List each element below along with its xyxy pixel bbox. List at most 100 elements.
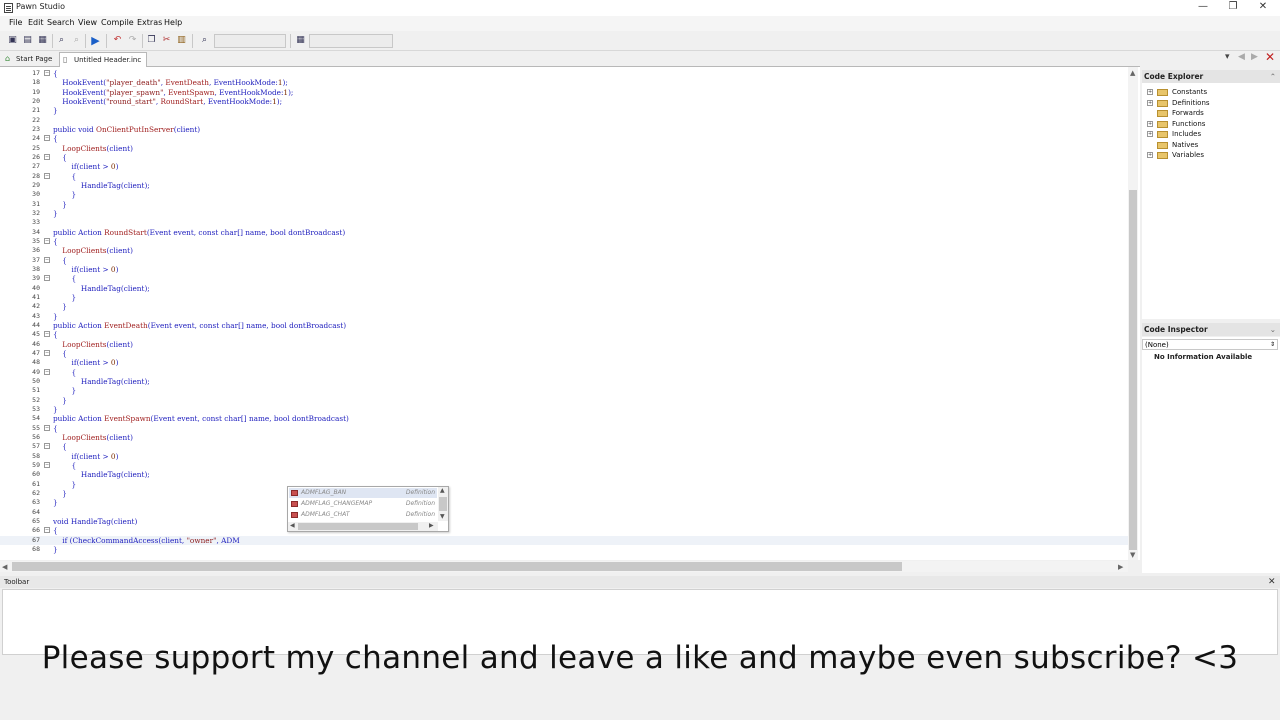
code-line[interactable]: 56 LoopClients(client) <box>0 433 1128 442</box>
minimize-button[interactable]: — <box>1188 0 1218 16</box>
code-line[interactable]: 49− { <box>0 368 1128 377</box>
code-line[interactable]: 60 HandleTag(client); <box>0 470 1128 479</box>
expand-icon[interactable]: + <box>1147 152 1153 158</box>
expand-icon[interactable]: + <box>1147 131 1153 137</box>
menu-view[interactable]: View <box>78 18 97 27</box>
cut-icon[interactable]: ✂ <box>160 34 173 47</box>
autocomplete-hthumb[interactable] <box>298 523 418 530</box>
code-line[interactable]: 25 LoopClients(client) <box>0 144 1128 153</box>
open-file-icon[interactable]: ▤ <box>21 34 34 47</box>
scroll-right-icon[interactable]: ▶ <box>429 522 434 529</box>
tab-list-icon[interactable]: ▾ <box>1225 52 1230 62</box>
autocomplete-vthumb[interactable] <box>439 497 447 511</box>
code-line[interactable]: 52 } <box>0 396 1128 405</box>
fold-toggle-icon[interactable]: − <box>44 275 50 282</box>
redo-icon[interactable]: ↷ <box>126 34 139 47</box>
scroll-down-icon[interactable]: ▼ <box>440 513 445 520</box>
scroll-right-icon[interactable]: ▶ <box>1118 563 1123 571</box>
code-line[interactable]: 24−{ <box>0 134 1128 143</box>
close-icon[interactable]: ✕ <box>1268 576 1276 588</box>
code-line[interactable]: 48 if(client > 0) <box>0 358 1128 367</box>
code-line[interactable]: 66−{ <box>0 526 1128 535</box>
search-icon[interactable]: ⌕ <box>198 34 211 47</box>
menu-compile[interactable]: Compile <box>101 18 134 27</box>
autocomplete-item[interactable]: ADMFLAG_CHANGEMAP Definition <box>289 499 437 509</box>
code-line[interactable]: 32} <box>0 209 1128 218</box>
code-line[interactable]: 63} <box>0 498 1128 507</box>
search-input[interactable] <box>214 34 286 48</box>
fold-toggle-icon[interactable]: − <box>44 256 50 263</box>
close-tab-icon[interactable]: ✕ <box>1265 50 1275 64</box>
scroll-down-icon[interactable]: ▼ <box>1130 551 1135 559</box>
code-line[interactable]: 26− { <box>0 153 1128 162</box>
scroll-left-icon[interactable]: ◀ <box>2 563 7 571</box>
copy-icon[interactable]: ❐ <box>145 34 158 47</box>
code-line[interactable]: 68} <box>0 545 1128 554</box>
code-line[interactable]: 62 } <box>0 489 1128 498</box>
menu-file[interactable]: File <box>9 18 22 27</box>
code-line[interactable]: 23 public void OnClientPutInServer(client… <box>0 125 1128 134</box>
code-line[interactable]: 34 public Action RoundStart(Event event, … <box>0 228 1128 237</box>
collapse-icon[interactable]: ⌄ <box>1270 323 1276 336</box>
code-inspector-select[interactable]: (None) ⇕ <box>1142 339 1278 350</box>
compile-run-icon[interactable]: ▶ <box>89 34 102 47</box>
code-line[interactable]: 37− { <box>0 256 1128 265</box>
tab-prev-icon[interactable]: ◀ <box>1238 52 1245 62</box>
code-line[interactable]: 57− { <box>0 442 1128 451</box>
autocomplete-vscroll[interactable]: ▲ ▼ <box>438 487 448 521</box>
editor-hscroll-thumb[interactable] <box>12 562 902 571</box>
save-icon[interactable]: ▦ <box>36 34 49 47</box>
code-line[interactable]: 17−{ <box>0 69 1128 78</box>
find-icon[interactable]: ⌕ <box>55 34 68 47</box>
code-line[interactable]: 41 } <box>0 293 1128 302</box>
code-line[interactable]: 53} <box>0 405 1128 414</box>
goto-input[interactable] <box>309 34 393 48</box>
editor-vscroll-thumb[interactable] <box>1129 190 1137 550</box>
code-line[interactable]: 61 } <box>0 480 1128 489</box>
fold-toggle-icon[interactable]: − <box>44 135 50 142</box>
menu-search[interactable]: Search <box>47 18 74 27</box>
collapse-icon[interactable]: ⌃ <box>1270 70 1276 83</box>
code-line[interactable]: 40 HandleTag(client); <box>0 284 1128 293</box>
code-line[interactable]: 33 <box>0 218 1128 227</box>
restore-button[interactable]: ❐ <box>1218 0 1248 16</box>
new-file-icon[interactable]: ▣ <box>6 34 19 47</box>
code-line[interactable]: 45−{ <box>0 330 1128 339</box>
code-line[interactable]: 50 HandleTag(client); <box>0 377 1128 386</box>
code-line[interactable]: 54 public Action EventSpawn(Event event, … <box>0 414 1128 423</box>
fold-toggle-icon[interactable]: − <box>44 237 50 244</box>
code-line[interactable]: 42 } <box>0 302 1128 311</box>
code-line[interactable]: 67 if (CheckCommandAccess(client, "owner… <box>0 535 1128 545</box>
code-line[interactable]: 27 if(client > 0) <box>0 162 1128 171</box>
code-line[interactable]: 44 public Action EventDeath(Event event, … <box>0 321 1128 330</box>
code-line[interactable]: 39− { <box>0 274 1128 283</box>
fold-toggle-icon[interactable]: − <box>44 153 50 160</box>
code-line[interactable]: 28− { <box>0 172 1128 181</box>
fold-toggle-icon[interactable]: − <box>44 349 50 356</box>
fold-toggle-icon[interactable]: − <box>44 331 50 338</box>
scroll-up-icon[interactable]: ▲ <box>1130 69 1135 77</box>
fold-toggle-icon[interactable]: − <box>44 527 50 534</box>
fold-toggle-icon[interactable]: − <box>44 70 50 76</box>
code-line[interactable]: 43} <box>0 312 1128 321</box>
code-line[interactable]: 35−{ <box>0 237 1128 246</box>
tab-untitled-header[interactable]: ▯ Untitled Header.inc <box>59 52 147 67</box>
code-line[interactable]: 19 HookEvent("player_spawn", EventSpawn,… <box>0 88 1128 97</box>
expand-icon[interactable]: + <box>1147 99 1153 106</box>
calculator-icon[interactable]: ▦ <box>294 34 307 47</box>
fold-toggle-icon[interactable]: − <box>44 424 50 431</box>
code-line[interactable]: 47− { <box>0 349 1128 358</box>
expand-icon[interactable]: + <box>1147 120 1153 127</box>
paste-icon[interactable]: ▥ <box>175 34 188 47</box>
fold-toggle-icon[interactable]: − <box>44 443 50 450</box>
fold-toggle-icon[interactable]: − <box>44 461 50 468</box>
find-next-icon[interactable]: ⌕ <box>70 34 83 47</box>
code-line[interactable]: 21} <box>0 106 1128 115</box>
scroll-up-icon[interactable]: ▲ <box>440 487 445 494</box>
code-editor[interactable]: 17−{18 HookEvent("player_death", EventDe… <box>0 67 1140 560</box>
code-line[interactable]: 65 void HandleTag(client) <box>0 517 1128 526</box>
expand-icon[interactable]: + <box>1147 89 1153 95</box>
code-line[interactable]: 18 HookEvent("player_death", EventDeath,… <box>0 78 1128 87</box>
code-line[interactable]: 51 } <box>0 386 1128 395</box>
code-line[interactable]: 29 HandleTag(client); <box>0 181 1128 190</box>
